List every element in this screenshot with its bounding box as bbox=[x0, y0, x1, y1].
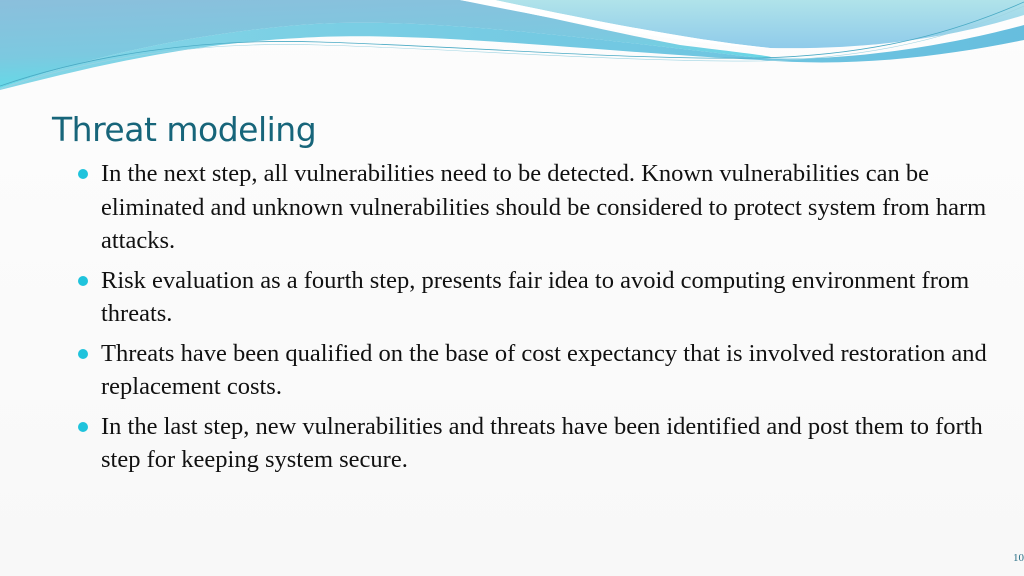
bullet-item: Risk evaluation as a fourth step, presen… bbox=[78, 264, 998, 331]
bullet-dot-icon bbox=[78, 421, 88, 432]
bullet-text: Threats have been qualified on the base … bbox=[101, 339, 987, 401]
bullet-list: In the next step, all vulnerabilities ne… bbox=[78, 157, 998, 483]
bullet-text: In the last step, new vulnerabilities an… bbox=[101, 412, 983, 474]
bullet-dot-icon bbox=[78, 275, 88, 286]
bullet-item: In the last step, new vulnerabilities an… bbox=[78, 410, 998, 477]
bullet-item: Threats have been qualified on the base … bbox=[78, 337, 998, 404]
header-wave-decoration bbox=[0, 0, 1024, 91]
page-number: 10 bbox=[1013, 552, 1024, 564]
bullet-dot-icon bbox=[78, 348, 88, 359]
bullet-text: Risk evaluation as a fourth step, presen… bbox=[101, 266, 970, 328]
bullet-dot-icon bbox=[78, 169, 88, 179]
bullet-item: In the next step, all vulnerabilities ne… bbox=[78, 157, 998, 258]
slide: Threat modeling In the next step, all vu… bbox=[0, 0, 1024, 576]
slide-title: Threat modeling bbox=[52, 110, 317, 149]
bullet-text: In the next step, all vulnerabilities ne… bbox=[101, 160, 987, 254]
